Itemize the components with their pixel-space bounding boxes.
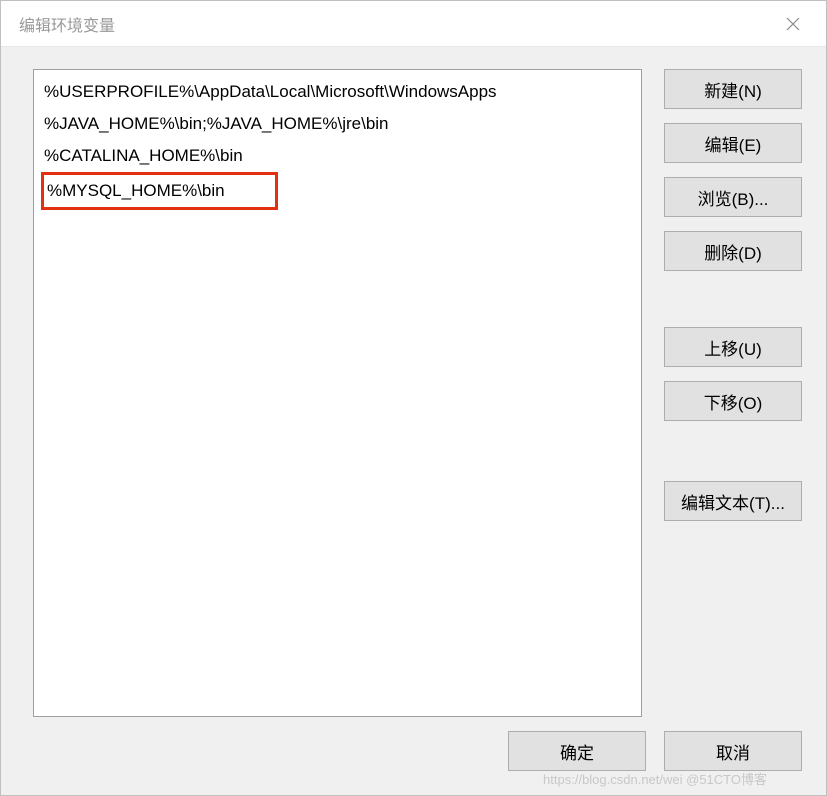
content-area: %USERPROFILE%\AppData\Local\Microsoft\Wi… [1,47,826,731]
edit-button[interactable]: 编辑(E) [664,123,802,163]
list-item[interactable]: %JAVA_HOME%\bin;%JAVA_HOME%\jre\bin [34,108,641,140]
list-item[interactable]: %CATALINA_HOME%\bin [34,140,641,172]
move-up-button[interactable]: 上移(U) [664,327,802,367]
edit-env-var-dialog: 编辑环境变量 %USERPROFILE%\AppData\Local\Micro… [0,0,827,796]
button-column: 新建(N) 编辑(E) 浏览(B)... 删除(D) 上移(U) 下移(O) 编… [664,69,802,717]
delete-button[interactable]: 删除(D) [664,231,802,271]
spacer [664,285,802,327]
browse-button[interactable]: 浏览(B)... [664,177,802,217]
titlebar: 编辑环境变量 [1,1,826,47]
window-title: 编辑环境变量 [19,12,115,36]
spacer [664,435,802,481]
path-listbox[interactable]: %USERPROFILE%\AppData\Local\Microsoft\Wi… [33,69,642,717]
dialog-footer: 确定 取消 [1,731,826,795]
ok-button[interactable]: 确定 [508,731,646,771]
list-item[interactable]: %MYSQL_HOME%\bin [41,172,278,210]
move-down-button[interactable]: 下移(O) [664,381,802,421]
edit-text-button[interactable]: 编辑文本(T)... [664,481,802,521]
cancel-button[interactable]: 取消 [664,731,802,771]
new-button[interactable]: 新建(N) [664,69,802,109]
close-icon[interactable] [778,9,808,39]
list-item[interactable]: %USERPROFILE%\AppData\Local\Microsoft\Wi… [34,76,641,108]
